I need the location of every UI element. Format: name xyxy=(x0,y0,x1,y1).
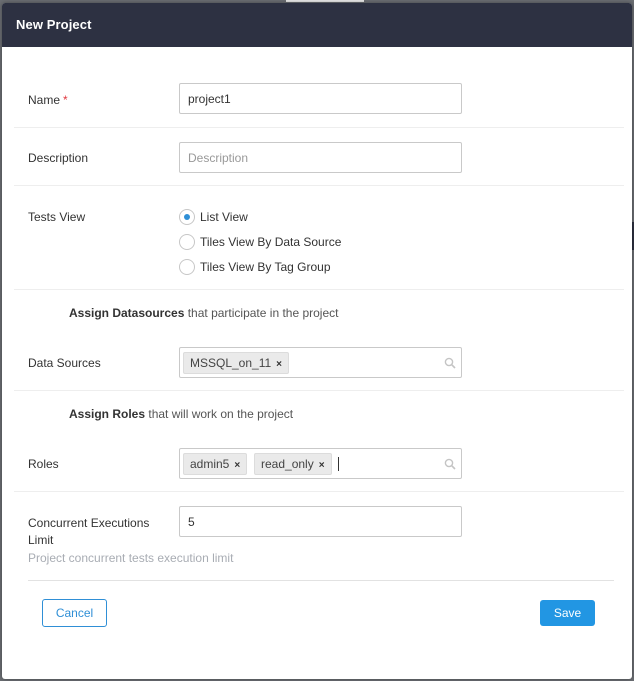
radio-unchecked-icon[interactable] xyxy=(179,259,195,275)
remove-tag-icon[interactable]: × xyxy=(276,359,282,370)
row-divider xyxy=(14,185,624,186)
data-sources-label: Data Sources xyxy=(28,356,101,370)
concurrent-limit-input[interactable]: 5 xyxy=(179,506,462,537)
description-label: Description xyxy=(28,151,89,165)
role-tag: admin5 × xyxy=(183,453,248,475)
row-divider xyxy=(14,390,624,391)
concurrent-label-line2: Limit xyxy=(28,533,54,547)
assign-datasources-heading: Assign Datasources that participate in t… xyxy=(69,306,339,320)
search-icon xyxy=(444,357,456,369)
description-placeholder: Description xyxy=(188,151,249,165)
row-divider xyxy=(14,289,624,290)
cancel-button[interactable]: Cancel xyxy=(42,599,107,627)
concurrent-label-line1: Concurrent Executions xyxy=(28,516,150,530)
description-input[interactable]: Description xyxy=(179,142,462,173)
radio-unchecked-icon[interactable] xyxy=(179,234,195,250)
new-project-modal: New Project Name * project1 Description D… xyxy=(2,3,632,679)
row-divider xyxy=(14,491,624,492)
search-icon xyxy=(444,458,456,470)
text-caret xyxy=(338,457,339,471)
modal-header: New Project xyxy=(2,3,632,47)
name-label: Name * xyxy=(28,93,68,107)
radio-label: Tiles View By Tag Group xyxy=(200,260,331,274)
remove-tag-icon[interactable]: × xyxy=(234,460,240,471)
concurrent-limit-value: 5 xyxy=(188,515,195,529)
footer-divider xyxy=(28,580,614,581)
required-asterisk: * xyxy=(63,93,68,107)
roles-label: Roles xyxy=(28,457,59,471)
assign-roles-heading: Assign Roles that will work on the proje… xyxy=(69,407,294,421)
datasource-tag: MSSQL_on_11 × xyxy=(183,352,290,374)
data-sources-multiselect[interactable]: MSSQL_on_11 × xyxy=(179,347,462,378)
name-input[interactable]: project1 xyxy=(179,83,462,114)
modal-title: New Project xyxy=(16,17,92,32)
background-tab xyxy=(286,0,364,2)
radio-label: List View xyxy=(200,210,248,224)
row-divider xyxy=(14,127,624,128)
radio-label: Tiles View By Data Source xyxy=(200,235,342,249)
name-input-value: project1 xyxy=(188,92,231,106)
tests-view-label: Tests View xyxy=(28,210,86,224)
role-tag: read_only × xyxy=(254,453,332,475)
concurrent-limit-hint: Project concurrent tests execution limit xyxy=(28,551,234,565)
radio-checked-icon[interactable] xyxy=(179,209,195,225)
roles-multiselect[interactable]: admin5 × read_only × xyxy=(179,448,462,479)
save-button[interactable]: Save xyxy=(540,600,595,626)
remove-tag-icon[interactable]: × xyxy=(319,460,325,471)
